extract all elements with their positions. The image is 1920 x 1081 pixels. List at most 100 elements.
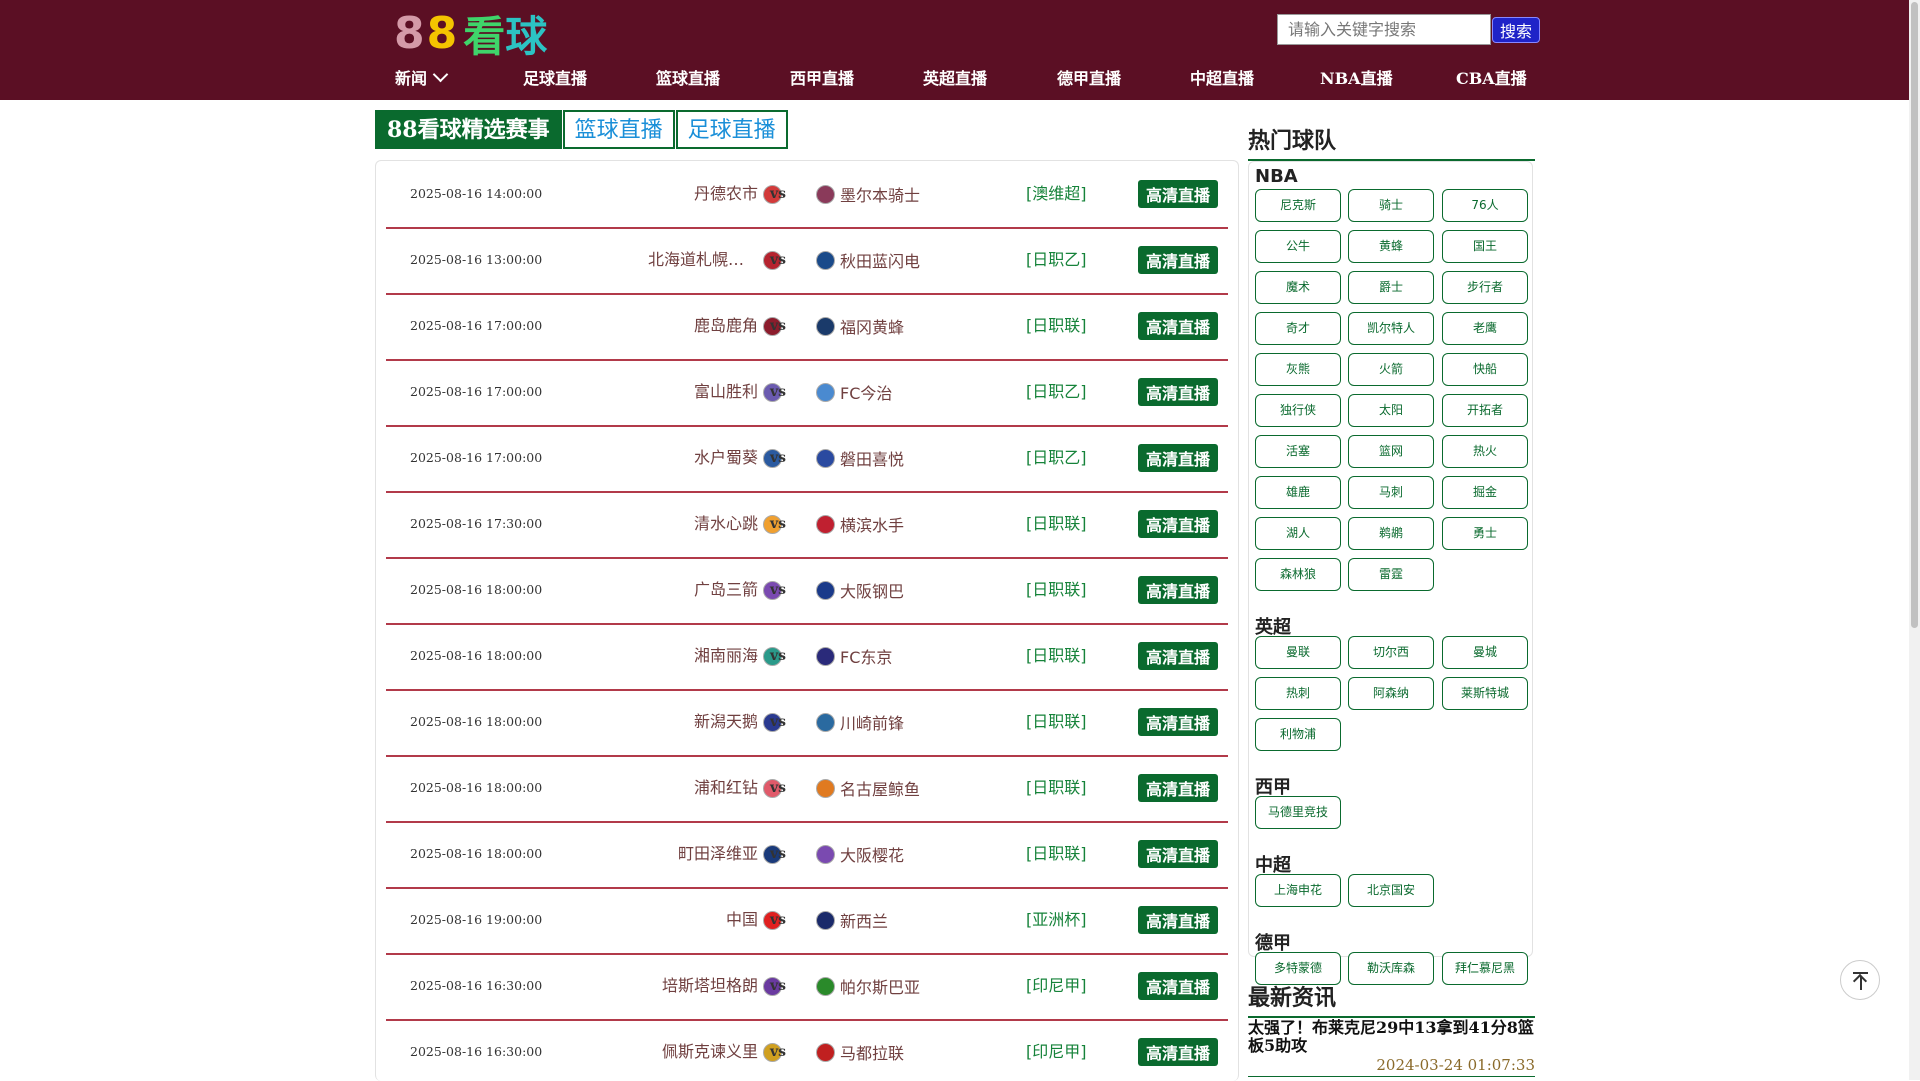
team-button[interactable]: 篮网 — [1348, 435, 1434, 468]
home-team[interactable]: 富山胜利 — [694, 359, 782, 425]
hd-live-button[interactable]: 高清直播 — [1138, 180, 1218, 208]
team-button[interactable]: 太阳 — [1348, 394, 1434, 427]
away-team[interactable]: 马都拉联 — [816, 1019, 904, 1081]
league-label[interactable]: [印尼甲] — [1026, 1019, 1087, 1081]
hd-live-button[interactable]: 高清直播 — [1138, 246, 1218, 274]
team-button[interactable]: 公牛 — [1255, 230, 1341, 263]
league-label[interactable]: [日职联] — [1026, 293, 1087, 359]
nav-item[interactable]: 西甲直播 — [790, 64, 854, 94]
team-button[interactable]: 热刺 — [1255, 677, 1341, 710]
away-team[interactable]: 大阪钢巴 — [816, 557, 904, 623]
home-team[interactable]: 水户蜀葵 — [694, 425, 782, 491]
news-headline[interactable]: 太强了！布莱克尼29中13拿到41分8篮板5助攻 — [1248, 1019, 1535, 1055]
team-button[interactable]: 76人 — [1442, 189, 1528, 222]
league-label[interactable]: [日职乙] — [1026, 425, 1087, 491]
team-button[interactable]: 勒沃库森 — [1348, 952, 1434, 985]
tab-featured[interactable]: 88看球精选赛事 — [375, 110, 562, 149]
team-button[interactable]: 湖人 — [1255, 517, 1341, 550]
team-button[interactable]: 森林狼 — [1255, 558, 1341, 591]
hd-live-button[interactable]: 高清直播 — [1138, 642, 1218, 670]
nav-item[interactable]: NBA直播 — [1320, 64, 1393, 94]
nav-item[interactable]: 德甲直播 — [1057, 64, 1121, 94]
away-team[interactable]: 横滨水手 — [816, 491, 904, 557]
nav-item[interactable]: 足球直播 — [523, 64, 587, 94]
team-button[interactable]: 莱斯特城 — [1442, 677, 1528, 710]
league-label[interactable]: [日职乙] — [1026, 227, 1087, 293]
team-button[interactable]: 曼城 — [1442, 636, 1528, 669]
team-button[interactable]: 切尔西 — [1348, 636, 1434, 669]
home-team[interactable]: 町田泽维亚 — [678, 821, 782, 887]
league-label[interactable]: [日职联] — [1026, 689, 1087, 755]
home-team[interactable]: 培斯塔坦格朗 — [662, 953, 782, 1019]
scrollbar[interactable] — [1909, 0, 1920, 1080]
team-button[interactable]: 马德里竞技 — [1255, 796, 1341, 829]
away-team[interactable]: 大阪樱花 — [816, 821, 904, 887]
home-team[interactable]: 丹德农市 — [694, 161, 782, 227]
nav-item[interactable]: 中超直播 — [1190, 64, 1254, 94]
team-button[interactable]: 奇才 — [1255, 312, 1341, 345]
tab-basketball[interactable]: 篮球直播 — [562, 110, 675, 149]
league-label[interactable]: [日职联] — [1026, 557, 1087, 623]
hd-live-button[interactable]: 高清直播 — [1138, 312, 1218, 340]
hd-live-button[interactable]: 高清直播 — [1138, 576, 1218, 604]
team-button[interactable]: 利物浦 — [1255, 718, 1341, 751]
away-team[interactable]: 福冈黄蜂 — [816, 293, 904, 359]
nav-item[interactable]: 英超直播 — [923, 64, 987, 94]
search-button[interactable]: 搜索 — [1492, 17, 1540, 43]
league-label[interactable]: [亚洲杯] — [1026, 887, 1087, 953]
home-team[interactable]: 广岛三箭 — [694, 557, 782, 623]
nav-item[interactable]: 篮球直播 — [656, 64, 720, 94]
team-button[interactable]: 热火 — [1442, 435, 1528, 468]
team-button[interactable]: 掘金 — [1442, 476, 1528, 509]
hd-live-button[interactable]: 高清直播 — [1138, 906, 1218, 934]
scrollbar-thumb[interactable] — [1911, 2, 1918, 628]
away-team[interactable]: 名古屋鲸鱼 — [816, 755, 920, 821]
hd-live-button[interactable]: 高清直播 — [1138, 774, 1218, 802]
away-team[interactable]: FC东京 — [816, 623, 892, 689]
hd-live-button[interactable]: 高清直播 — [1138, 1038, 1218, 1066]
home-team[interactable]: 佩斯克谏义里 — [662, 1019, 782, 1081]
team-button[interactable]: 鹈鹕 — [1348, 517, 1434, 550]
league-label[interactable]: [日职联] — [1026, 623, 1087, 689]
team-button[interactable]: 灰熊 — [1255, 353, 1341, 386]
home-team[interactable]: 浦和红钻 — [694, 755, 782, 821]
league-label[interactable]: [日职联] — [1026, 755, 1087, 821]
home-team[interactable]: 鹿岛鹿角 — [694, 293, 782, 359]
site-logo[interactable]: 8 8 看 球 — [394, 8, 547, 61]
team-button[interactable]: 爵士 — [1348, 271, 1434, 304]
team-button[interactable]: 阿森纳 — [1348, 677, 1434, 710]
league-label[interactable]: [印尼甲] — [1026, 953, 1087, 1019]
home-team[interactable]: 北海道札幌冈萨多 — [648, 227, 782, 293]
home-team[interactable]: 新潟天鹅 — [694, 689, 782, 755]
team-button[interactable]: 国王 — [1442, 230, 1528, 263]
team-button[interactable]: 凯尔特人 — [1348, 312, 1434, 345]
league-label[interactable]: [日职乙] — [1026, 359, 1087, 425]
league-label[interactable]: [澳维超] — [1026, 161, 1087, 227]
team-button[interactable]: 骑士 — [1348, 189, 1434, 222]
team-button[interactable]: 开拓者 — [1442, 394, 1528, 427]
away-team[interactable]: FC今治 — [816, 359, 892, 425]
nav-item[interactable]: CBA直播 — [1456, 64, 1527, 94]
team-button[interactable]: 快船 — [1442, 353, 1528, 386]
hd-live-button[interactable]: 高清直播 — [1138, 444, 1218, 472]
team-button[interactable]: 雷霆 — [1348, 558, 1434, 591]
away-team[interactable]: 川崎前锋 — [816, 689, 904, 755]
away-team[interactable]: 新西兰 — [816, 887, 888, 953]
team-button[interactable]: 多特蒙德 — [1255, 952, 1341, 985]
team-button[interactable]: 魔术 — [1255, 271, 1341, 304]
team-button[interactable]: 勇士 — [1442, 517, 1528, 550]
search-input[interactable] — [1277, 14, 1491, 45]
away-team[interactable]: 帕尔斯巴亚 — [816, 953, 920, 1019]
team-button[interactable]: 北京国安 — [1348, 874, 1434, 907]
team-button[interactable]: 老鹰 — [1442, 312, 1528, 345]
away-team[interactable]: 秋田蓝闪电 — [816, 227, 920, 293]
team-button[interactable]: 独行侠 — [1255, 394, 1341, 427]
team-button[interactable]: 步行者 — [1442, 271, 1528, 304]
hd-live-button[interactable]: 高清直播 — [1138, 840, 1218, 868]
hd-live-button[interactable]: 高清直播 — [1138, 708, 1218, 736]
team-button[interactable]: 曼联 — [1255, 636, 1341, 669]
back-to-top-button[interactable] — [1840, 960, 1880, 1000]
home-team[interactable]: 清水心跳 — [694, 491, 782, 557]
team-button[interactable]: 活塞 — [1255, 435, 1341, 468]
league-label[interactable]: [日职联] — [1026, 491, 1087, 557]
